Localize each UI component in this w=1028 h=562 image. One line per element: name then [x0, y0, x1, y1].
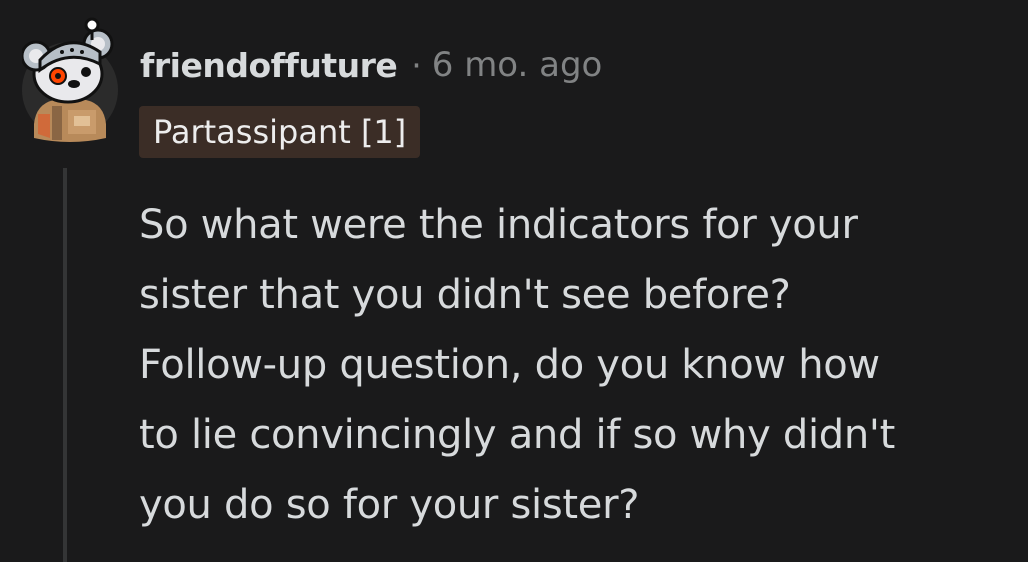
comment-line: to lie convincingly and if so why didn't: [139, 412, 896, 458]
timestamp-link[interactable]: 6 mo. ago: [432, 45, 603, 85]
thread-collapse-line[interactable]: [63, 168, 67, 562]
user-avatar[interactable]: [20, 14, 126, 142]
comment-meta: friendoffuture · 6 mo. ago: [140, 42, 602, 88]
comment: friendoffuture · 6 mo. ago Partassipant …: [0, 0, 1028, 562]
comment-line: sister that you didn't see before?: [139, 272, 791, 318]
username-link[interactable]: friendoffuture: [140, 46, 398, 85]
comment-line: So what were the indicators for your: [139, 202, 858, 248]
koala-avatar-icon: [20, 17, 118, 142]
user-flair: Partassipant [1]: [139, 106, 421, 158]
comment-line: you do so for your sister?: [139, 482, 640, 528]
comment-body: So what were the indicators for your sis…: [139, 190, 1009, 540]
meta-separator: ·: [411, 45, 422, 85]
comment-line: Follow-up question, do you know how: [139, 342, 880, 388]
